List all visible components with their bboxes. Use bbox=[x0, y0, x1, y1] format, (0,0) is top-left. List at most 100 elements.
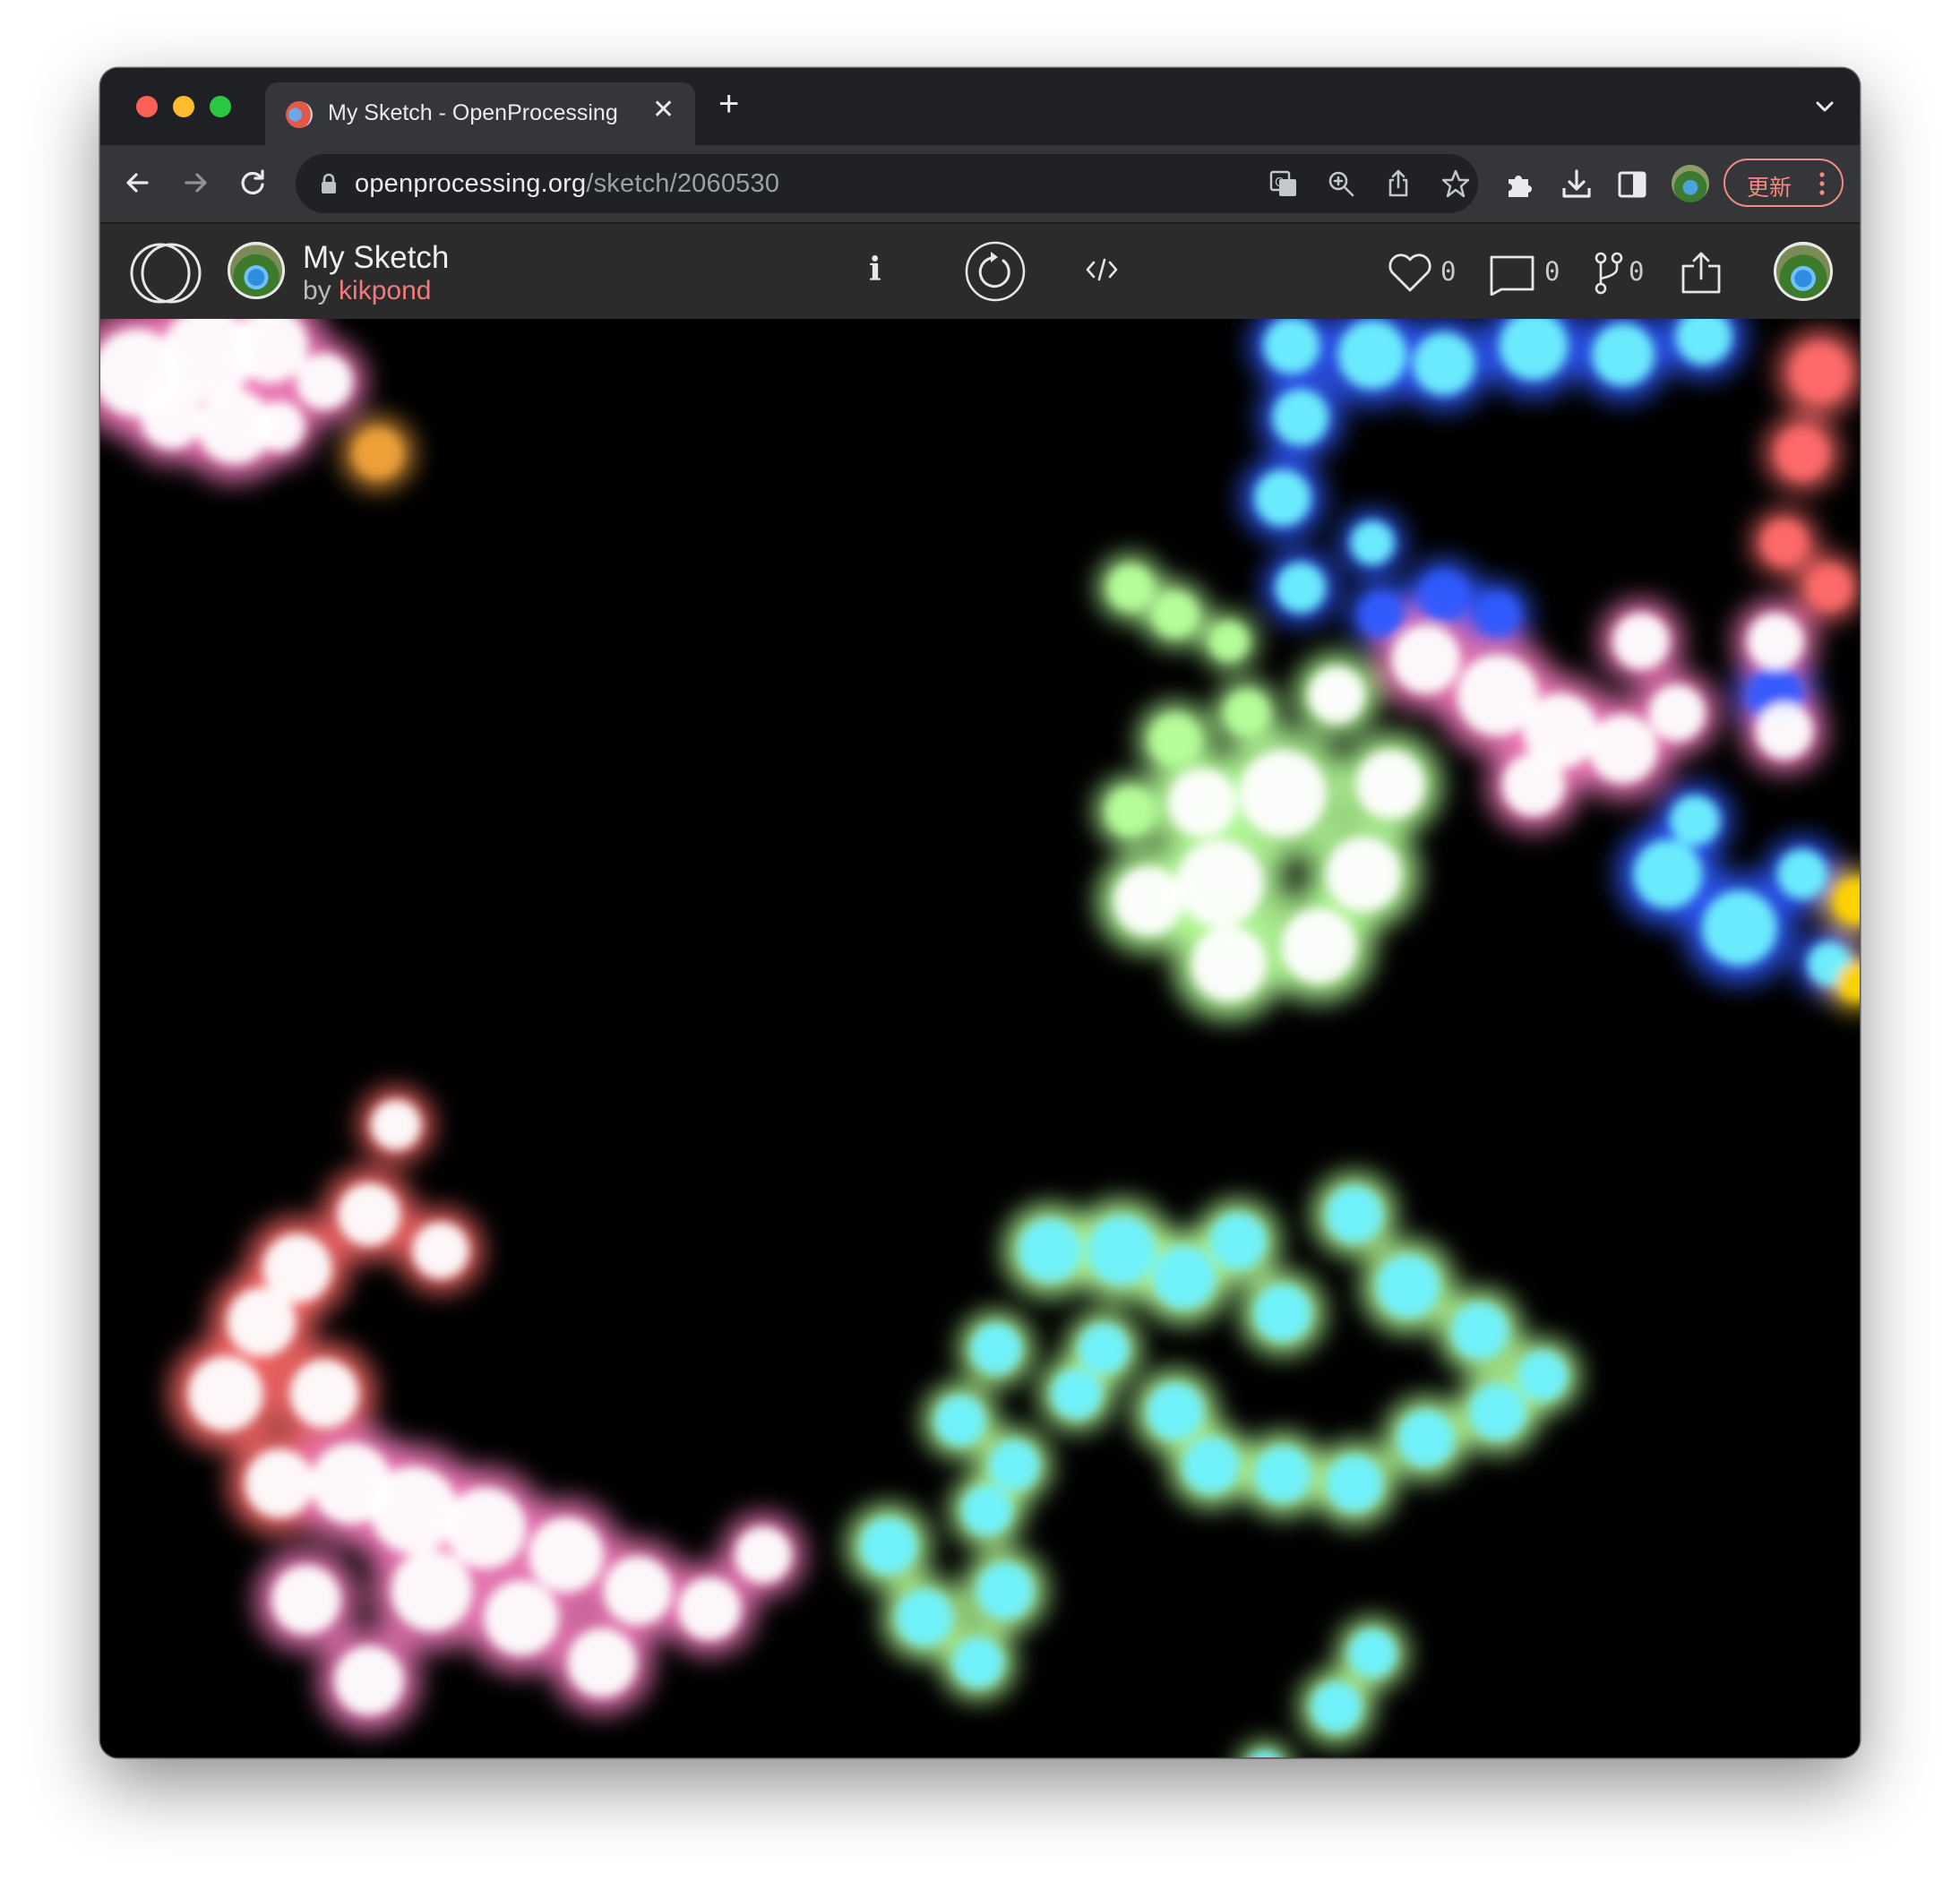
blob-core-3-1 bbox=[1777, 428, 1827, 478]
close-window-button[interactable] bbox=[136, 96, 158, 117]
minimize-window-button[interactable] bbox=[173, 96, 194, 117]
sketch-drawing bbox=[100, 319, 1860, 1757]
tab-title: My Sketch - OpenProcessing bbox=[328, 100, 618, 125]
user-avatar[interactable] bbox=[1774, 242, 1833, 301]
blob-core-11-2 bbox=[444, 1487, 527, 1569]
blob-core-6-5 bbox=[1281, 908, 1356, 984]
blob-core-6-6 bbox=[1326, 837, 1401, 912]
fork-icon[interactable] bbox=[1593, 251, 1625, 300]
comment-icon[interactable] bbox=[1489, 254, 1535, 300]
blob-core-7-6 bbox=[1747, 613, 1804, 670]
share-icon[interactable] bbox=[1679, 251, 1724, 300]
blob-core-10-7 bbox=[245, 1448, 314, 1518]
author-link[interactable]: kikpond bbox=[339, 276, 431, 305]
address-bar[interactable]: openprocessing.org/sketch/2060530 G bbox=[296, 154, 1478, 213]
blob-core-13-8 bbox=[1517, 1351, 1568, 1401]
url-text[interactable]: openprocessing.org/sketch/2060530 bbox=[355, 169, 779, 199]
blob-core-13-14 bbox=[1147, 1383, 1204, 1440]
update-label: 更新 bbox=[1747, 176, 1792, 201]
blob-core-13-9 bbox=[1469, 1383, 1526, 1440]
forks-count: 0 bbox=[1629, 256, 1645, 287]
blob-core-12-1 bbox=[896, 1589, 953, 1646]
blob-core-6-4 bbox=[1191, 926, 1267, 1001]
blob-core-8-2 bbox=[1777, 849, 1827, 899]
blob-core-13-7 bbox=[1451, 1302, 1509, 1360]
blob-core-0-5 bbox=[141, 386, 203, 449]
sketch-byline: by kikpond bbox=[303, 276, 431, 306]
blob-core-11-11 bbox=[334, 1645, 404, 1715]
browser-tab[interactable]: My Sketch - OpenProcessing ✕ bbox=[265, 82, 695, 145]
download-icon[interactable] bbox=[1559, 167, 1595, 202]
blob-core-13-18 bbox=[935, 1396, 985, 1446]
blob-core-2-2 bbox=[1413, 332, 1475, 395]
openprocessing-logo-icon[interactable] bbox=[129, 242, 202, 309]
blob-core-6-7 bbox=[1355, 750, 1425, 820]
blob-core-13-3 bbox=[1209, 1213, 1267, 1270]
tab-search-icon[interactable] bbox=[1813, 95, 1836, 123]
blob-core-10-6 bbox=[289, 1359, 359, 1429]
blob-core-3-0 bbox=[1792, 344, 1849, 401]
back-icon[interactable] bbox=[118, 163, 158, 202]
blob-core-13-19 bbox=[971, 1324, 1021, 1374]
blob-core-13-12 bbox=[1254, 1446, 1311, 1503]
sidepanel-icon[interactable] bbox=[1614, 167, 1650, 202]
code-icon[interactable] bbox=[1086, 256, 1118, 288]
blob-core-5-4 bbox=[1150, 715, 1200, 765]
zoom-icon[interactable] bbox=[1326, 168, 1356, 199]
lock-icon[interactable] bbox=[319, 172, 339, 200]
blob-core-11-3 bbox=[529, 1517, 604, 1593]
blob-core-0-3 bbox=[296, 353, 353, 410]
blob-core-2-8 bbox=[1276, 563, 1326, 613]
blob-core-7-7 bbox=[1756, 702, 1813, 760]
blob-core-13-5 bbox=[1326, 1186, 1383, 1243]
tab-close-button[interactable]: ✕ bbox=[652, 94, 675, 125]
more-icon[interactable] bbox=[1817, 171, 1827, 201]
blob-core-7-3 bbox=[1588, 714, 1658, 784]
blob-core-13-0 bbox=[1019, 1219, 1081, 1282]
blob-core-6-8 bbox=[1308, 666, 1365, 724]
blob-core-11-10 bbox=[567, 1628, 637, 1697]
blob-core-11-4 bbox=[603, 1556, 673, 1626]
blob-core-11-1 bbox=[370, 1466, 458, 1554]
info-icon[interactable]: i bbox=[869, 251, 881, 288]
comments-count: 0 bbox=[1544, 256, 1560, 287]
update-button[interactable]: 更新 bbox=[1724, 159, 1844, 207]
profile-icon[interactable] bbox=[1672, 165, 1709, 202]
zoom-window-button[interactable] bbox=[210, 96, 231, 117]
blob-core-11-7 bbox=[391, 1550, 473, 1632]
star-icon[interactable] bbox=[1440, 168, 1471, 199]
author-avatar[interactable] bbox=[228, 242, 285, 299]
share-icon[interactable] bbox=[1383, 168, 1414, 199]
extensions-icon[interactable] bbox=[1501, 167, 1537, 202]
browser-toolbar: openprocessing.org/sketch/2060530 G 更新 bbox=[100, 145, 1860, 224]
sketch-canvas[interactable] bbox=[100, 319, 1860, 1757]
reload-icon[interactable] bbox=[233, 163, 272, 202]
sketch-title: My Sketch bbox=[303, 240, 450, 275]
blob-core-2-9 bbox=[1350, 520, 1395, 565]
restart-icon[interactable] bbox=[964, 240, 1027, 307]
url-host: openprocessing.org bbox=[355, 169, 587, 198]
blob-core-11-6 bbox=[735, 1526, 792, 1584]
svg-text:G: G bbox=[1275, 176, 1284, 190]
blob-core-14-2 bbox=[1348, 1629, 1397, 1678]
blob-core-13-6 bbox=[1377, 1255, 1440, 1318]
new-tab-button[interactable]: + bbox=[718, 86, 739, 122]
heart-icon[interactable] bbox=[1387, 253, 1433, 298]
blob-core-4-0 bbox=[1359, 592, 1404, 637]
blob-core-4-1 bbox=[1419, 571, 1469, 622]
blob-core-1-0 bbox=[354, 429, 402, 477]
blob-core-2-6 bbox=[1272, 389, 1329, 446]
forward-icon[interactable] bbox=[176, 163, 215, 202]
blob-core-7-4 bbox=[1648, 684, 1706, 742]
blob-core-8-1 bbox=[1702, 890, 1777, 966]
sketch-header: My Sketch by kikpond i 0 0 0 bbox=[100, 224, 1860, 319]
blob-core-2-0 bbox=[1263, 319, 1320, 374]
blob-core-10-4 bbox=[371, 1100, 421, 1150]
blob-core-8-3 bbox=[1670, 795, 1720, 846]
blob-core-6-0 bbox=[1167, 768, 1237, 838]
blob-core-13-17 bbox=[989, 1440, 1039, 1491]
translate-icon[interactable]: G bbox=[1268, 168, 1299, 199]
blob-core-7-8 bbox=[1502, 753, 1565, 816]
blob-core-10-3 bbox=[338, 1183, 400, 1246]
blob-core-12-3 bbox=[976, 1562, 1034, 1619]
